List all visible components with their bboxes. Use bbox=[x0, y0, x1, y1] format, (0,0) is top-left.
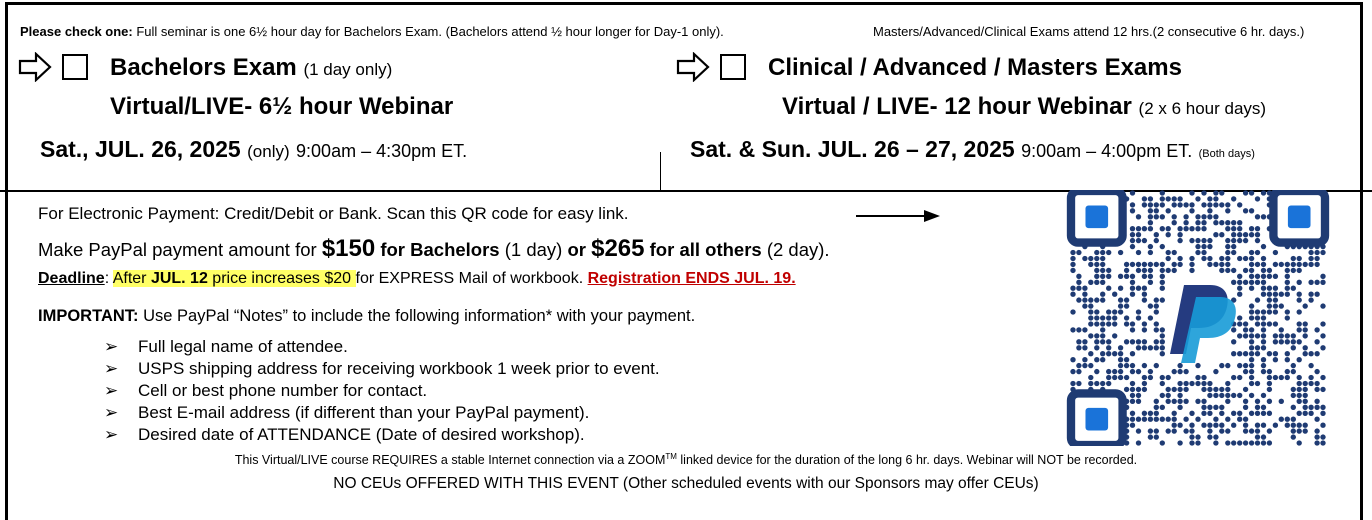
bachelors-amount-label: for Bachelors bbox=[375, 239, 500, 260]
bachelors-date-line: Sat., JUL. 26, 2025 (only) 9:00am – 4:30… bbox=[40, 136, 467, 163]
pointer-arrow-icon bbox=[856, 210, 940, 222]
right-arrow-icon bbox=[676, 52, 710, 82]
deadline-colon: : bbox=[104, 270, 113, 287]
clinical-time-note: (Both days) bbox=[1198, 148, 1255, 160]
masters-note: Masters/Advanced/Clinical Exams attend 1… bbox=[873, 24, 1305, 39]
clinical-time: 9:00am – 4:00pm ET. bbox=[1021, 141, 1193, 161]
no-ceu-notice: NO CEUs OFFERED WITH THIS EVENT (Other s… bbox=[333, 475, 1039, 492]
list-item: ➢ USPS shipping address for receiving wor… bbox=[104, 359, 660, 378]
deadline-highlight: After JUL. 12 price increases $20 bbox=[112, 270, 356, 287]
important-text: Use PayPal “Notes” to include the follow… bbox=[138, 307, 696, 325]
clinical-date: Sat. & Sun. JUL. 26 – 27, 2025 bbox=[690, 136, 1015, 162]
bullet-arrow-icon: ➢ bbox=[104, 381, 119, 400]
bachelors-title-line: Bachelors Exam (1 day only) bbox=[110, 54, 392, 82]
clinical-webinar-line: Virtual / LIVE- 12 hour Webinar (2 x 6 h… bbox=[782, 93, 1266, 121]
deadline-rest: for EXPRESS Mail of workbook. bbox=[355, 270, 588, 287]
bachelors-webinar: Virtual/LIVE- 6½ hour Webinar bbox=[110, 93, 454, 120]
list-item: ➢ Cell or best phone number for contact. bbox=[104, 381, 428, 400]
bachelors-date: Sat., JUL. 26, 2025 bbox=[40, 136, 241, 162]
paypal-pre: Make PayPal payment amount for bbox=[38, 239, 322, 260]
right-arrow-icon bbox=[18, 52, 52, 82]
clinical-date-line: Sat. & Sun. JUL. 26 – 27, 2025 9:00am – … bbox=[690, 136, 1255, 163]
column-divider bbox=[660, 152, 661, 192]
clinical-title: Clinical / Advanced / Masters Exams bbox=[768, 54, 1182, 81]
important-line: IMPORTANT: Use PayPal “Notes” to include… bbox=[38, 307, 695, 326]
others-amount-label: for all others bbox=[644, 239, 762, 260]
check-instruction: Please check one: Full seminar is one 6½… bbox=[20, 24, 724, 39]
bachelors-time: 9:00am – 4:30pm ET. bbox=[296, 141, 468, 161]
bullet-arrow-icon: ➢ bbox=[104, 337, 119, 356]
bullet-arrow-icon: ➢ bbox=[104, 359, 119, 378]
deadline-line: Deadline: After JUL. 12 price increases … bbox=[38, 270, 796, 288]
bullet-arrow-icon: ➢ bbox=[104, 403, 119, 422]
bachelors-title: Bachelors Exam bbox=[110, 54, 297, 81]
paypal-amount-line: Make PayPal payment amount for $150 for … bbox=[38, 235, 830, 263]
or-word: or bbox=[567, 239, 592, 260]
zoom-requirement: This Virtual/LIVE course REQUIRES a stab… bbox=[234, 452, 1138, 468]
list-item: ➢ Best E-mail address (if different than … bbox=[104, 403, 590, 422]
bachelors-date-note: (only) bbox=[247, 142, 290, 161]
info-list: ➢ Full legal name of attendee. ➢ USPS ship… bbox=[104, 336, 660, 446]
check-label: Please check one: bbox=[20, 24, 133, 39]
check-text: Full seminar is one 6½ hour day for Bach… bbox=[132, 24, 724, 39]
bachelors-days: (1 day) bbox=[499, 239, 568, 260]
bachelors-title-note: (1 day only) bbox=[303, 60, 393, 79]
electronic-payment: For Electronic Payment: Credit/Debit or … bbox=[38, 204, 629, 223]
clinical-webinar-note: (2 x 6 hour days) bbox=[1138, 99, 1267, 118]
clinical-checkbox[interactable] bbox=[720, 54, 746, 80]
bullet-arrow-icon: ➢ bbox=[104, 425, 119, 444]
bachelors-amount: $150 bbox=[321, 235, 376, 262]
others-amount: $265 bbox=[591, 235, 645, 262]
deadline-label: Deadline bbox=[38, 270, 105, 287]
bachelors-checkbox[interactable] bbox=[62, 54, 88, 80]
list-item: ➢ Full legal name of attendee. bbox=[104, 337, 348, 356]
registration-end: Registration ENDS JUL. 19. bbox=[587, 270, 796, 287]
deadline-increase: price increases $20 bbox=[207, 270, 356, 287]
paypal-qr-code[interactable] bbox=[1064, 190, 1332, 446]
deadline-date: JUL. 12 bbox=[150, 270, 208, 287]
important-label: IMPORTANT: bbox=[38, 307, 139, 325]
clinical-webinar: Virtual / LIVE- 12 hour Webinar bbox=[782, 93, 1132, 120]
list-item: ➢ Desired date of ATTENDANCE (Date of des… bbox=[104, 425, 585, 444]
others-days: (2 day). bbox=[761, 239, 830, 260]
deadline-after: After bbox=[112, 270, 151, 287]
